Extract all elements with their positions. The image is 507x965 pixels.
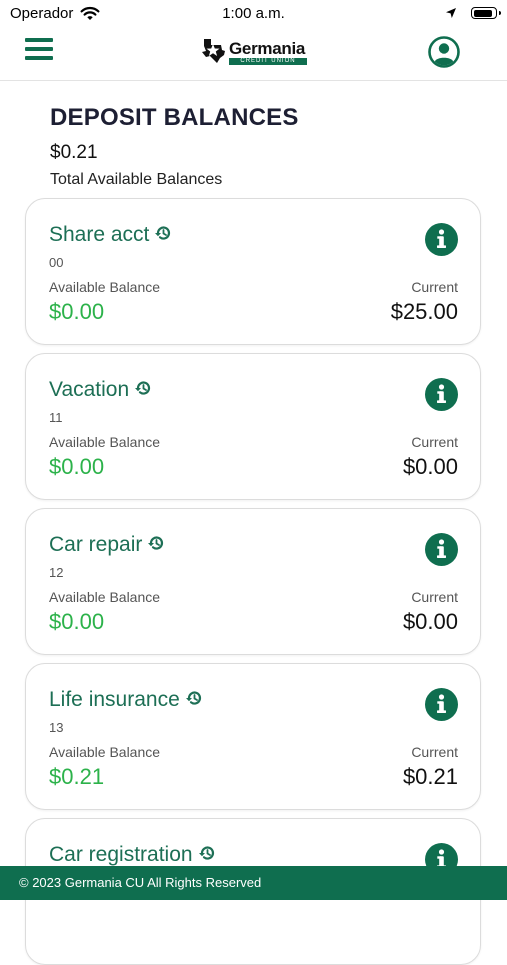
history-icon[interactable]	[134, 379, 152, 397]
account-name: Car repair	[49, 533, 143, 556]
available-balance-value: $0.00	[49, 454, 105, 479]
current-balance-value: $0.00	[402, 454, 458, 479]
available-balance-label: Available Balance	[49, 279, 161, 295]
total-balance-label: Total Available Balances	[50, 171, 223, 188]
account-name: Life insurance	[49, 688, 180, 711]
info-icon[interactable]	[425, 533, 458, 566]
account-number: 13	[49, 720, 64, 735]
current-balance-label: Current	[411, 744, 458, 760]
total-balance-amount: $0.21	[50, 142, 98, 163]
user-circle-icon[interactable]	[428, 36, 460, 68]
status-bar: Operador 1:00 a.m.	[0, 0, 507, 28]
account-number: 11	[49, 410, 63, 425]
account-name: Vacation	[49, 378, 130, 401]
account-number: 00	[49, 255, 64, 270]
available-balance-label: Available Balance	[49, 744, 161, 760]
current-balance-value: $0.21	[402, 764, 458, 789]
location-arrow-icon	[446, 8, 456, 18]
account-name: Share acct	[49, 223, 150, 246]
available-balance-value: $0.00	[49, 609, 105, 634]
page-title: DEPOSIT BALANCES	[50, 104, 299, 131]
available-balance-label: Available Balance	[49, 589, 161, 605]
info-icon[interactable]	[425, 688, 458, 721]
available-balance-label: Available Balance	[49, 434, 161, 450]
current-balance-value: $0.00	[402, 609, 458, 634]
battery-icon	[471, 7, 501, 19]
logo-subtitle: CREDIT UNION	[229, 58, 307, 65]
history-icon[interactable]	[154, 224, 172, 242]
account-card[interactable]: Share acct 00 Available Balance $0.00 Cu…	[25, 198, 481, 345]
history-icon[interactable]	[185, 689, 203, 707]
available-balance-value: $0.21	[49, 764, 105, 789]
current-balance-value: $25.00	[390, 299, 458, 324]
current-balance-label: Current	[411, 434, 458, 450]
current-balance-label: Current	[411, 279, 458, 295]
page-footer: © 2023 Germania CU All Rights Reserved	[0, 866, 507, 900]
history-icon[interactable]	[198, 844, 216, 862]
logo-wordmark: Germania	[229, 39, 306, 58]
hamburger-menu-icon[interactable]	[25, 38, 53, 60]
current-balance-label: Current	[411, 589, 458, 605]
account-card[interactable]: Life insurance 13 Available Balance $0.2…	[25, 663, 481, 810]
history-icon[interactable]	[147, 534, 165, 552]
available-balance-value: $0.00	[49, 299, 105, 324]
info-icon[interactable]	[425, 378, 458, 411]
app-header: Germania CREDIT UNION	[0, 28, 507, 81]
germania-logo: Germania CREDIT UNION	[198, 36, 310, 68]
copyright-text: © 2023 Germania CU All Rights Reserved	[19, 875, 262, 890]
status-time: 1:00 a.m.	[222, 5, 285, 22]
account-name: Car registration	[49, 843, 193, 866]
account-card[interactable]: Car repair 12 Available Balance $0.00 Cu…	[25, 508, 481, 655]
balance-summary: DEPOSIT BALANCES $0.21 Total Available B…	[50, 104, 299, 189]
texas-star-logo-icon	[202, 39, 225, 63]
info-icon[interactable]	[425, 223, 458, 256]
account-number: 12	[49, 565, 64, 580]
account-card[interactable]: Vacation 11 Available Balance $0.00 Curr…	[25, 353, 481, 500]
